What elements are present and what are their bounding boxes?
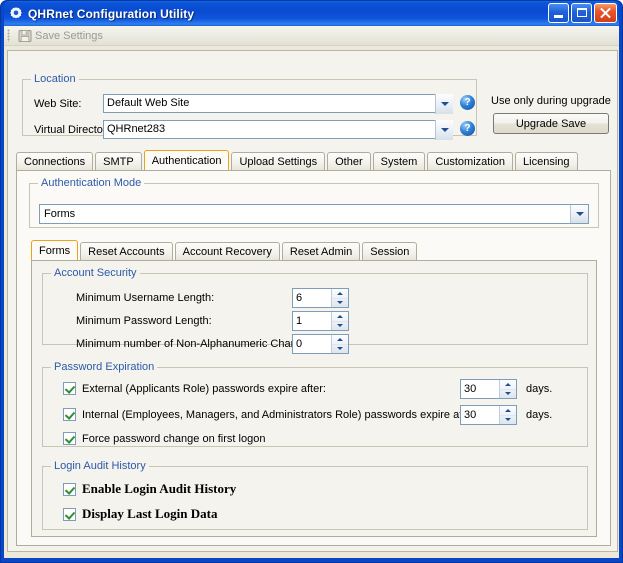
internal-password-expiry-checkbox-row[interactable]: Internal (Employees, Managers, and Admin… xyxy=(63,408,478,421)
minimum-username-length-value: 6 xyxy=(293,289,331,307)
minimum-nonalphanumeric-value: 0 xyxy=(293,335,331,353)
internal-expiry-spin-buttons[interactable] xyxy=(499,406,516,424)
internal-password-expiry-days-value: 30 xyxy=(461,406,499,424)
external-password-expiry-checkbox[interactable] xyxy=(63,382,76,395)
application-window: QHRnet Configuration Utility xyxy=(0,0,623,563)
spin-down-icon[interactable] xyxy=(332,322,348,331)
enable-login-audit-history-row[interactable]: Enable Login Audit History xyxy=(63,481,236,497)
spin-down-icon[interactable] xyxy=(500,416,516,425)
vdir-help-icon[interactable]: ? xyxy=(460,121,475,136)
spin-down-icon[interactable] xyxy=(500,390,516,399)
location-group-label: Location xyxy=(31,73,79,85)
minimum-username-length-stepper[interactable]: 6 xyxy=(292,288,349,308)
save-settings-button[interactable]: Save Settings xyxy=(14,28,107,44)
minimum-nonalphanumeric-label: Minimum number of Non-Alphanumeric Chara… xyxy=(76,338,327,350)
internal-expiry-days-unit: days. xyxy=(526,409,552,421)
virtual-directory-input[interactable]: QHRnet283 xyxy=(103,120,453,139)
internal-password-expiry-label: Internal (Employees, Managers, and Admin… xyxy=(82,409,478,421)
external-password-expiry-label: External (Applicants Role) passwords exp… xyxy=(82,383,326,395)
client-area: Save Settings Location Web Site: Default… xyxy=(4,26,619,558)
authentication-mode-select[interactable]: Forms xyxy=(39,204,589,224)
subtab-session[interactable]: Session xyxy=(362,242,417,261)
gear-icon xyxy=(8,6,24,22)
spin-down-icon[interactable] xyxy=(332,345,348,354)
force-password-change-checkbox[interactable] xyxy=(63,432,76,445)
enable-login-audit-history-label: Enable Login Audit History xyxy=(82,481,236,497)
spin-up-icon[interactable] xyxy=(332,312,348,322)
minimum-username-length-label: Minimum Username Length: xyxy=(76,292,214,304)
tab-connections[interactable]: Connections xyxy=(16,152,93,171)
authentication-mode-group-label: Authentication Mode xyxy=(38,177,144,189)
minimum-password-length-spin-buttons[interactable] xyxy=(331,312,348,330)
minimum-nonalphanumeric-stepper[interactable]: 0 xyxy=(292,334,349,354)
spin-up-icon[interactable] xyxy=(500,380,516,390)
main-tabstrip: Connections SMTP Authentication Upload S… xyxy=(16,150,580,171)
main-panel: Location Web Site: Default Web Site ? Vi… xyxy=(7,50,618,552)
upgrade-save-button[interactable]: Upgrade Save xyxy=(493,113,609,134)
enable-login-audit-history-checkbox[interactable] xyxy=(63,483,76,496)
subtab-forms[interactable]: Forms xyxy=(31,240,78,261)
spin-down-icon[interactable] xyxy=(332,299,348,308)
external-password-expiry-days-stepper[interactable]: 30 xyxy=(460,379,517,399)
subtab-reset-admin[interactable]: Reset Admin xyxy=(282,242,360,261)
website-input[interactable]: Default Web Site xyxy=(103,94,453,113)
window-controls xyxy=(548,3,617,23)
save-settings-label: Save Settings xyxy=(35,30,103,42)
login-audit-history-group-label: Login Audit History xyxy=(51,460,149,472)
minimum-nonalphanumeric-spin-buttons[interactable] xyxy=(331,335,348,353)
authentication-mode-value: Forms xyxy=(40,208,570,220)
password-expiration-group-label: Password Expiration xyxy=(51,361,157,373)
display-last-login-data-row[interactable]: Display Last Login Data xyxy=(63,506,217,522)
forms-subtab-page: Account Security Minimum Username Length… xyxy=(31,260,597,537)
spin-up-icon[interactable] xyxy=(500,406,516,416)
tab-upload-settings[interactable]: Upload Settings xyxy=(231,152,325,171)
minimum-password-length-stepper[interactable]: 1 xyxy=(292,311,349,331)
authentication-mode-dropdown-arrow[interactable] xyxy=(570,205,588,223)
subtab-account-recovery[interactable]: Account Recovery xyxy=(175,242,280,261)
external-expiry-spin-buttons[interactable] xyxy=(499,380,516,398)
title-bar: QHRnet Configuration Utility xyxy=(4,1,619,26)
tab-licensing[interactable]: Licensing xyxy=(515,152,577,171)
tab-customization[interactable]: Customization xyxy=(427,152,513,171)
external-expiry-days-unit: days. xyxy=(526,383,552,395)
floppy-disk-icon xyxy=(18,29,32,43)
minimum-password-length-value: 1 xyxy=(293,312,331,330)
upgrade-note: Use only during upgrade xyxy=(491,95,611,107)
external-password-expiry-checkbox-row[interactable]: External (Applicants Role) passwords exp… xyxy=(63,382,326,395)
sub-tabstrip: Forms Reset Accounts Account Recovery Re… xyxy=(31,240,419,261)
website-label: Web Site: xyxy=(34,98,82,110)
subtab-reset-accounts[interactable]: Reset Accounts xyxy=(80,242,172,261)
close-button[interactable] xyxy=(594,3,617,23)
display-last-login-data-label: Display Last Login Data xyxy=(82,506,217,522)
tab-authentication[interactable]: Authentication xyxy=(144,150,230,171)
tab-other[interactable]: Other xyxy=(327,152,371,171)
website-help-icon[interactable]: ? xyxy=(460,95,475,110)
maximize-button[interactable] xyxy=(571,3,592,23)
force-password-change-label: Force password change on first logon xyxy=(82,433,265,445)
spin-up-icon[interactable] xyxy=(332,335,348,345)
external-password-expiry-days-value: 30 xyxy=(461,380,499,398)
tab-smtp[interactable]: SMTP xyxy=(95,152,142,171)
account-security-group-label: Account Security xyxy=(51,267,140,279)
toolbar-grip[interactable] xyxy=(7,29,10,42)
minimize-button[interactable] xyxy=(548,3,569,23)
minimum-username-length-spin-buttons[interactable] xyxy=(331,289,348,307)
window-title: QHRnet Configuration Utility xyxy=(28,7,194,21)
tab-system[interactable]: System xyxy=(373,152,426,171)
internal-password-expiry-days-stepper[interactable]: 30 xyxy=(460,405,517,425)
display-last-login-data-checkbox[interactable] xyxy=(63,508,76,521)
force-password-change-checkbox-row[interactable]: Force password change on first logon xyxy=(63,432,265,445)
authentication-tab-page: Authentication Mode Forms Forms Reset Ac… xyxy=(16,170,611,546)
toolbar: Save Settings xyxy=(4,26,619,46)
minimum-password-length-label: Minimum Password Length: xyxy=(76,315,212,327)
internal-password-expiry-checkbox[interactable] xyxy=(63,408,76,421)
spin-up-icon[interactable] xyxy=(332,289,348,299)
